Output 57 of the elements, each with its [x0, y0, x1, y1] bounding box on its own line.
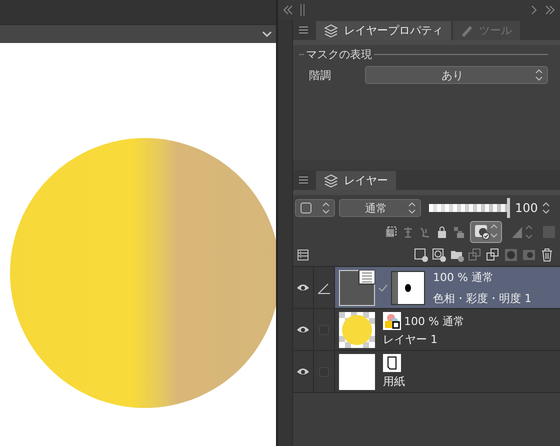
layer-name: レイヤー 1 [383, 332, 438, 347]
menu-icon[interactable] [299, 26, 308, 34]
layers-icon [324, 174, 338, 188]
mask-icon [474, 224, 498, 240]
layer-name: 用紙 [383, 374, 405, 389]
layer-row[interactable]: 用紙 [293, 351, 560, 393]
mask-display-button[interactable] [470, 221, 502, 243]
check-icon [378, 284, 388, 292]
eye-icon[interactable] [296, 283, 310, 292]
opacity-value: 100 [515, 201, 538, 215]
group-label: マスクの表現 [306, 47, 372, 62]
list-icon[interactable] [297, 249, 309, 261]
square-icon [300, 202, 312, 214]
clip-icon[interactable] [385, 226, 397, 238]
panel-tab[interactable]: レイヤープロパティ [316, 21, 451, 40]
correction-thumbnail [339, 270, 375, 306]
layer-row[interactable]: 100 % 通常 レイヤー 1 [293, 309, 560, 351]
new-folder-icon[interactable] [450, 248, 464, 262]
opacity-slider[interactable] [429, 198, 509, 218]
lock-icon[interactable] [436, 226, 448, 238]
paper-icon [383, 354, 401, 372]
layer-mode: 100 % 通常 [433, 270, 494, 284]
pen-icon [461, 24, 473, 36]
pen-icon[interactable] [318, 282, 330, 294]
checker-lock-icon[interactable] [453, 226, 465, 238]
layer-row[interactable]: 100 % 通常 色相・彩度・明度 1 [293, 267, 560, 309]
updown-icon [322, 202, 330, 214]
menu-icon[interactable] [299, 176, 308, 184]
color-dropdown[interactable] [295, 199, 335, 217]
expand-icon[interactable] [544, 5, 556, 15]
updown-icon [535, 69, 543, 81]
ruler-icon [511, 225, 533, 239]
color-square-icon[interactable] [542, 225, 556, 239]
layers-icon [324, 24, 338, 38]
layer-mode: 100 % 通常 [404, 314, 464, 328]
collapse-icon[interactable] [282, 5, 294, 15]
updown-icon[interactable] [542, 202, 550, 214]
panel-tab[interactable]: レイヤー [316, 171, 396, 190]
field-label: 階調 [309, 68, 332, 82]
eye-icon[interactable] [296, 325, 310, 334]
caret-icon[interactable] [262, 30, 272, 38]
new-layer-icon[interactable] [414, 248, 428, 262]
updown-icon [408, 202, 416, 214]
chevron-right-icon[interactable] [530, 5, 538, 15]
blend-mode-dropdown[interactable]: 通常 [339, 199, 421, 217]
mask-thumbnail [391, 270, 425, 304]
raster-thumbnail [339, 312, 375, 348]
eye-icon[interactable] [296, 367, 310, 376]
trash-icon[interactable] [540, 248, 554, 262]
dropdown[interactable]: あり [365, 66, 548, 84]
new-vector-layer-icon[interactable] [432, 248, 446, 262]
grip-icon[interactable] [300, 4, 306, 16]
slider-thumb[interactable] [507, 198, 510, 218]
layer-name: 色相・彩度・明度 1 [433, 290, 532, 306]
color-layer-icon [383, 312, 401, 330]
paper-thumbnail [339, 354, 375, 390]
merge-icon[interactable] [486, 248, 500, 262]
